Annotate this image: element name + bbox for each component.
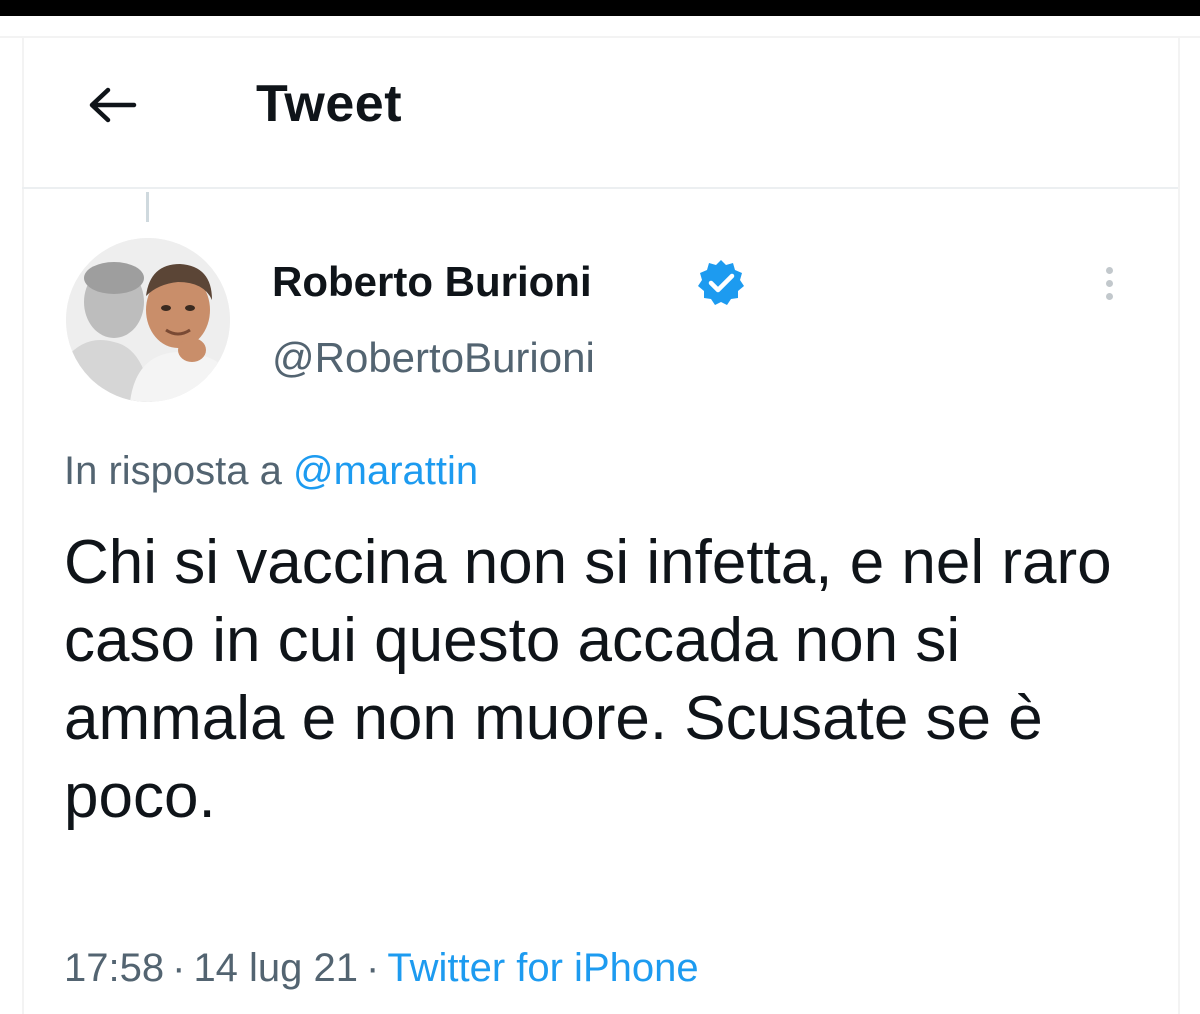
more-dots-icon xyxy=(1105,266,1113,274)
tweet-time[interactable]: 17:58 xyxy=(64,946,164,990)
tweet-text: Chi si vaccina non si infetta, e nel rar… xyxy=(64,528,1112,831)
reply-context: In risposta a @marattin xyxy=(64,444,478,498)
meta-separator: · xyxy=(172,946,186,990)
more-dots-icon xyxy=(1105,279,1113,287)
thread-connector-line xyxy=(146,192,149,222)
more-dots-icon xyxy=(1105,292,1113,300)
more-options-button[interactable] xyxy=(1092,258,1126,308)
verified-badge-icon xyxy=(698,260,744,305)
page-title: Tweet xyxy=(256,75,403,133)
tweet-metadata: 17:58 · 14 lug 21 · Twitter for iPhone xyxy=(64,940,699,996)
meta-separator: · xyxy=(366,946,380,990)
author-handle[interactable]: @RobertoBurioni xyxy=(272,330,595,386)
tweet-date[interactable]: 14 lug 21 xyxy=(193,946,358,990)
tweet-source-link[interactable]: Twitter for iPhone xyxy=(387,946,698,990)
top-black-bar xyxy=(0,0,1200,16)
reply-mention-link[interactable]: @marattin xyxy=(293,449,478,493)
author-display-name[interactable]: Roberto Burioni xyxy=(272,254,592,310)
page-header: Tweet xyxy=(0,38,1200,188)
reply-prefix: In risposta a xyxy=(64,449,282,493)
header-divider xyxy=(22,187,1178,189)
back-button[interactable] xyxy=(80,78,144,132)
arrow-left-icon xyxy=(89,87,137,123)
avatar-image xyxy=(66,238,230,402)
avatar[interactable] xyxy=(66,238,230,402)
